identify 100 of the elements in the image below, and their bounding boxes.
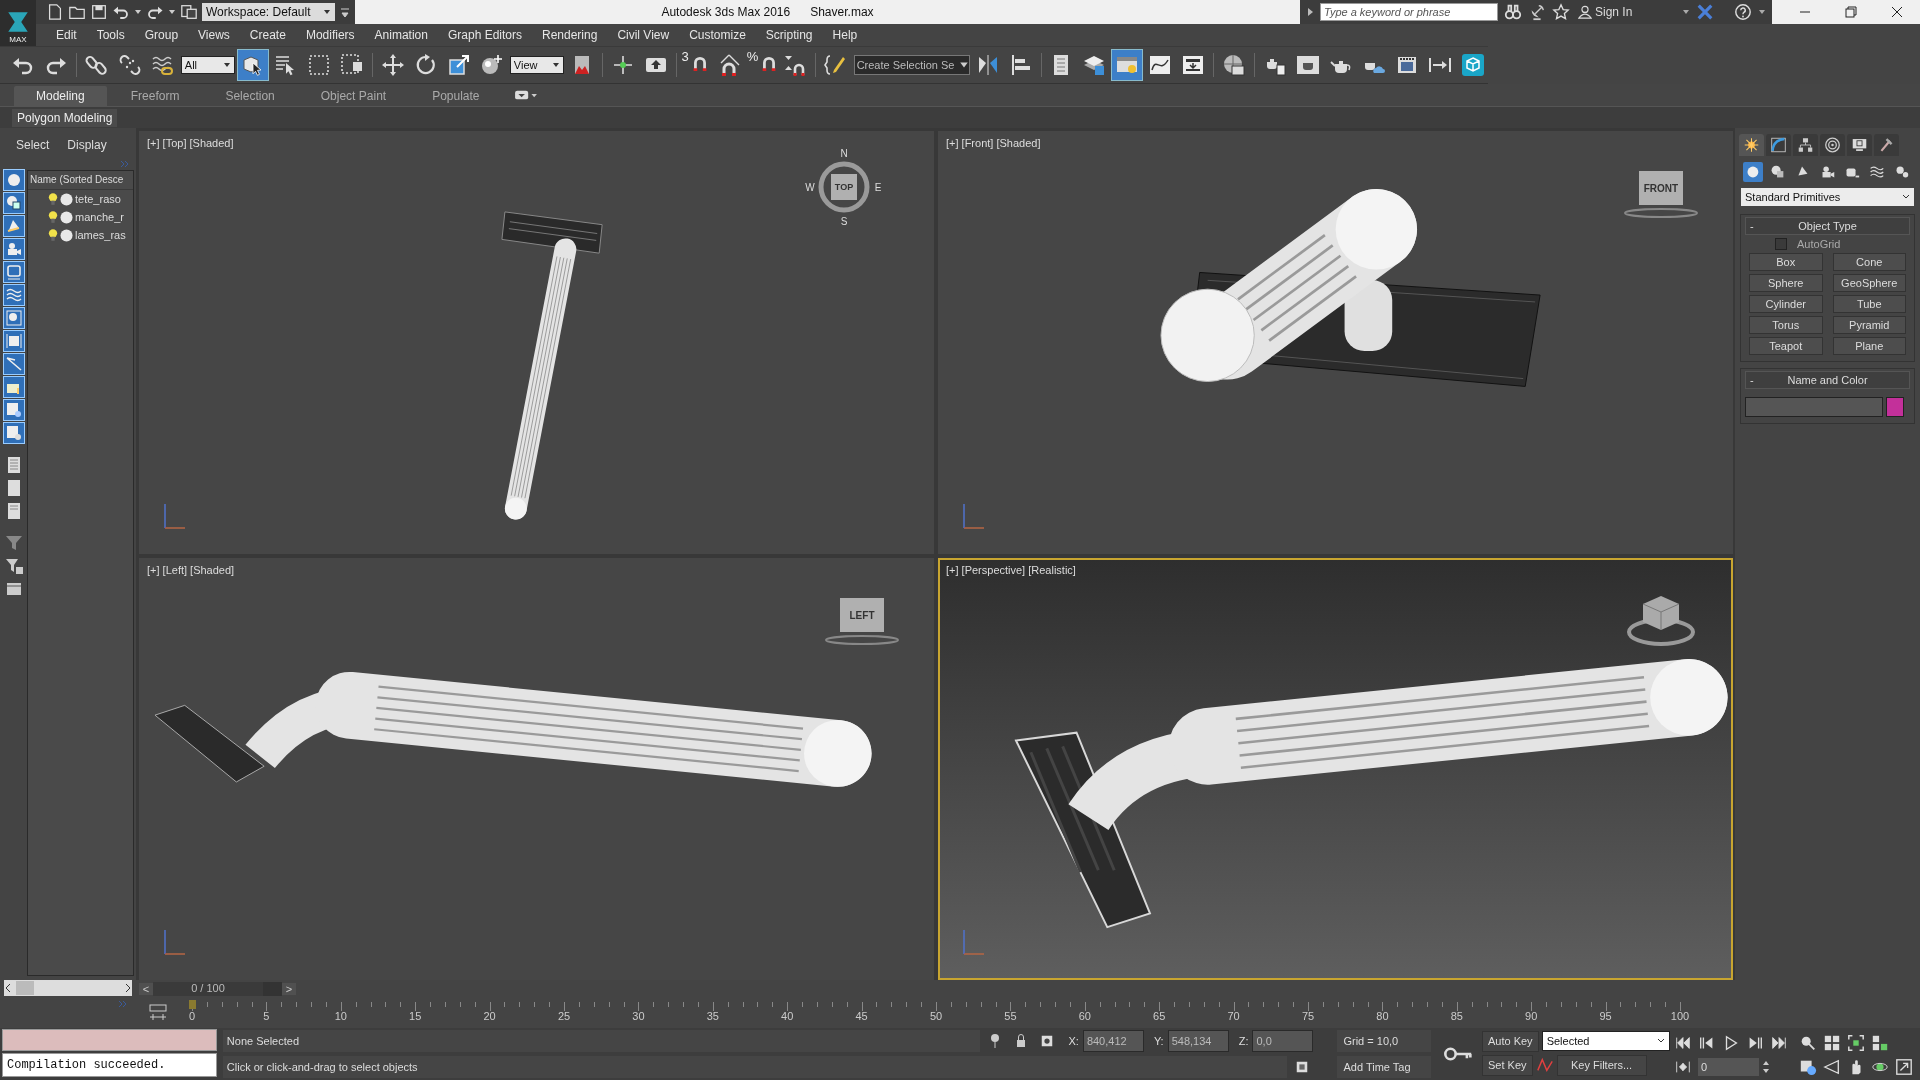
explorer-menu[interactable]: Select bbox=[16, 138, 50, 158]
primitive-button[interactable]: Cylinder bbox=[1749, 295, 1823, 313]
create-icon[interactable] bbox=[1739, 134, 1764, 156]
reference-coordinate-dropdown[interactable]: View bbox=[509, 56, 564, 74]
caret-icon[interactable] bbox=[168, 8, 176, 16]
menu-item[interactable]: Scripting bbox=[755, 28, 823, 42]
ribbon-options-icon[interactable] bbox=[513, 88, 538, 102]
viewport-label[interactable]: [+] [Top] [Shaded] bbox=[147, 137, 234, 149]
viewport[interactable]: [+] [Top] [Shaded] N E S W TOP bbox=[139, 131, 934, 554]
rollout-header[interactable]: - Name and Color bbox=[1745, 371, 1910, 389]
ribbon-panel-tab[interactable]: Polygon Modeling bbox=[12, 108, 118, 127]
shapes-icon[interactable] bbox=[4, 193, 24, 213]
key-mode-dropdown[interactable]: Selected bbox=[1541, 1031, 1670, 1051]
object-name[interactable]: lames_ras bbox=[75, 229, 126, 241]
percent-snap-button[interactable]: % bbox=[746, 50, 777, 80]
category-dropdown[interactable]: Standard Primitives bbox=[1741, 188, 1914, 206]
primitive-button[interactable]: Cone bbox=[1832, 253, 1906, 271]
viewport[interactable]: [+] [Front] [Shaded] FRONT bbox=[938, 131, 1733, 554]
y-coordinate-field[interactable]: 548,134 bbox=[1167, 1030, 1229, 1052]
current-frame-field[interactable]: 0 bbox=[1698, 1058, 1759, 1076]
app-logo-button[interactable]: MAX bbox=[0, 0, 36, 46]
horizontal-scrollbar[interactable] bbox=[4, 980, 132, 996]
menu-item[interactable]: Tools bbox=[86, 28, 135, 42]
exchange-icon[interactable] bbox=[1696, 3, 1714, 21]
column-header[interactable]: Name (Sorted Desce bbox=[28, 171, 133, 190]
viewport[interactable]: [+] [Perspective] [Realistic] bbox=[938, 557, 1733, 980]
primitive-button[interactable]: Tube bbox=[1832, 295, 1906, 313]
user-icon[interactable] bbox=[1578, 5, 1592, 19]
scroll-thumb[interactable] bbox=[16, 981, 34, 995]
primitive-button[interactable]: Torus bbox=[1749, 316, 1823, 334]
menu-item[interactable]: Edit bbox=[46, 28, 87, 42]
caret-icon[interactable] bbox=[552, 61, 560, 69]
caret-icon[interactable] bbox=[1657, 1037, 1665, 1045]
menu-item[interactable]: Views bbox=[188, 28, 240, 42]
binoculars-icon[interactable] bbox=[1504, 3, 1522, 21]
add-time-tag-button[interactable]: Add Time Tag bbox=[1337, 1056, 1432, 1078]
next-button[interactable]: > bbox=[282, 983, 296, 995]
menu-item[interactable]: Graph Editors bbox=[437, 28, 532, 42]
field-of-view-icon[interactable] bbox=[1823, 1058, 1841, 1076]
light-icon[interactable] bbox=[4, 216, 24, 236]
new-file-icon[interactable] bbox=[46, 3, 64, 21]
ribbon-tab[interactable]: Modeling bbox=[14, 86, 107, 106]
menu-item[interactable]: Group bbox=[134, 28, 189, 42]
caret-icon[interactable] bbox=[1902, 193, 1910, 201]
hierarchy-icon[interactable] bbox=[1793, 134, 1818, 156]
primitive-button[interactable]: Plane bbox=[1832, 337, 1906, 355]
group-icon[interactable] bbox=[4, 308, 24, 328]
primitive-button[interactable]: Sphere bbox=[1749, 274, 1823, 292]
viewport[interactable]: [+] [Left] [Shaded] LEFT bbox=[139, 557, 934, 980]
wave-icon[interactable] bbox=[4, 285, 24, 305]
named-selection-field[interactable]: Create Selection Se bbox=[853, 55, 970, 75]
maxscript-field[interactable] bbox=[2, 1029, 217, 1051]
frame-icon[interactable] bbox=[4, 331, 24, 351]
help-icon[interactable] bbox=[1734, 3, 1752, 21]
hammer-icon[interactable] bbox=[1874, 134, 1899, 156]
expand-icon[interactable] bbox=[1306, 7, 1314, 17]
z-coordinate-field[interactable]: 0,0 bbox=[1252, 1030, 1314, 1052]
monitor-icon[interactable] bbox=[1847, 134, 1872, 156]
viewport-label[interactable]: [+] [Perspective] [Realistic] bbox=[946, 563, 1076, 576]
caret-icon[interactable] bbox=[134, 8, 142, 16]
logo-icon[interactable] bbox=[5, 9, 31, 35]
toggle-ribbon-icon[interactable] bbox=[1112, 50, 1143, 80]
viewport-label[interactable]: [+] [Front] [Shaded] bbox=[946, 137, 1041, 149]
sphere-icon[interactable] bbox=[60, 210, 73, 224]
light-bulb-icon[interactable] bbox=[48, 228, 58, 242]
container-icon[interactable] bbox=[4, 377, 24, 397]
autogrid-checkbox[interactable] bbox=[1775, 238, 1787, 250]
menu-item[interactable]: Modifiers bbox=[295, 28, 365, 42]
zoom-icon[interactable] bbox=[1799, 1034, 1817, 1052]
zoom-extents-icon[interactable] bbox=[1847, 1034, 1865, 1052]
primitive-button[interactable]: Box bbox=[1749, 253, 1823, 271]
key-filters-button[interactable]: Key Filters... bbox=[1556, 1054, 1647, 1076]
caret-icon[interactable] bbox=[958, 60, 969, 70]
time-config-icon[interactable] bbox=[1799, 1058, 1817, 1076]
x-coordinate-field[interactable]: 840,412 bbox=[1082, 1030, 1144, 1052]
primitive-button[interactable]: Teapot bbox=[1749, 337, 1823, 355]
track-bar[interactable]: 0 5 10 15 20 25 30 35 40 45 50 55 60 65 70 75 80 85 90 95 100 bbox=[178, 998, 1694, 1028]
tangent-curve-icon[interactable] bbox=[1535, 1056, 1554, 1074]
ribbon-tab[interactable]: Object Paint bbox=[298, 86, 409, 106]
rollout-header[interactable]: - Object Type bbox=[1745, 217, 1910, 235]
helper-icon[interactable] bbox=[4, 262, 24, 282]
target-icon[interactable] bbox=[1820, 134, 1845, 156]
bone-icon[interactable] bbox=[4, 354, 24, 374]
maximize-icon[interactable] bbox=[1895, 1058, 1913, 1076]
auto-key-button[interactable]: Auto Key bbox=[1482, 1030, 1539, 1052]
ribbon-tab[interactable]: Selection bbox=[203, 86, 297, 106]
search-field[interactable]: Type a keyword or phrase bbox=[1320, 3, 1498, 21]
sphere-icon[interactable] bbox=[60, 228, 73, 242]
color-swatch[interactable] bbox=[1886, 397, 1904, 417]
explorer-menu[interactable]: Display bbox=[67, 138, 107, 158]
frozen-icon[interactable] bbox=[4, 400, 24, 420]
spinner-icon[interactable] bbox=[1762, 1059, 1770, 1075]
primitive-button[interactable]: GeoSphere bbox=[1832, 274, 1906, 292]
previous-button[interactable]: < bbox=[139, 983, 153, 995]
menu-item[interactable]: Create bbox=[239, 28, 296, 42]
isolate-icon[interactable] bbox=[1295, 1059, 1310, 1075]
save-icon[interactable] bbox=[90, 3, 108, 21]
filter-icon[interactable] bbox=[4, 533, 24, 553]
snap-button[interactable]: 3 bbox=[681, 50, 711, 80]
ribbon-tab[interactable]: Populate bbox=[410, 86, 502, 106]
